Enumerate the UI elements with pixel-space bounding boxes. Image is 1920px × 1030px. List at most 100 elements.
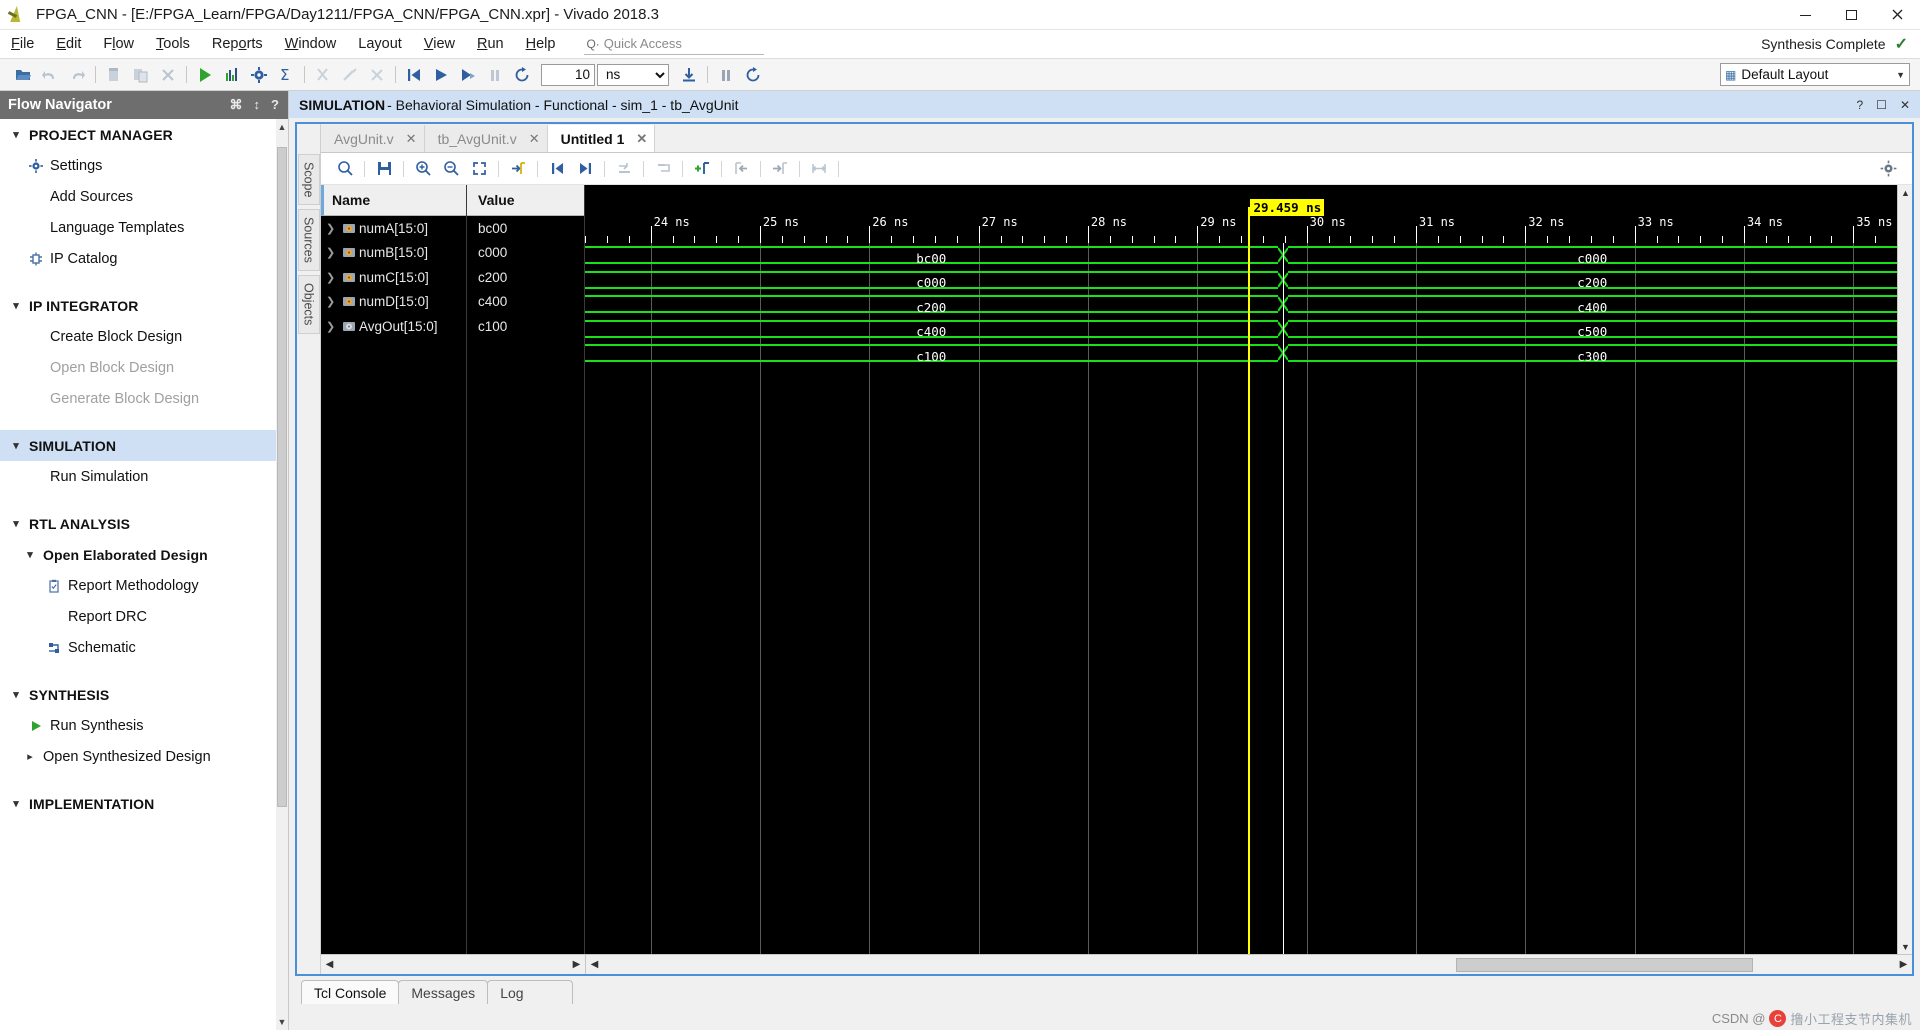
waveform-vertical-scrollbar[interactable]: ▲ ▼ bbox=[1897, 185, 1912, 954]
previous-marker-icon[interactable] bbox=[727, 156, 755, 182]
chevron-right-icon[interactable]: ❯ bbox=[326, 222, 342, 235]
chevron-right-icon[interactable]: ❯ bbox=[326, 320, 342, 333]
relaunch-icon[interactable] bbox=[739, 62, 766, 88]
close-icon[interactable]: ✕ bbox=[636, 131, 647, 147]
sum-icon[interactable]: Σ bbox=[272, 62, 299, 88]
chevron-right-icon[interactable]: ❯ bbox=[326, 271, 342, 284]
cut-icon[interactable] bbox=[309, 62, 336, 88]
sidebar-item-report-methodology[interactable]: Report Methodology bbox=[0, 570, 276, 601]
menu-reports[interactable]: Reports bbox=[201, 30, 274, 59]
sidebar-section-synthesis[interactable]: ▾ SYNTHESIS bbox=[0, 679, 276, 710]
sidebar-item-settings[interactable]: Settings bbox=[0, 150, 276, 181]
sidebar-item-create-block-design[interactable]: Create Block Design bbox=[0, 321, 276, 352]
tab-messages[interactable]: Messages bbox=[398, 980, 489, 1004]
zoom-fit-icon[interactable] bbox=[465, 156, 493, 182]
paste-icon[interactable] bbox=[127, 62, 154, 88]
sidebar-item-report-drc[interactable]: Report DRC bbox=[0, 601, 276, 632]
close-icon[interactable] bbox=[1874, 0, 1920, 30]
menu-run[interactable]: Run bbox=[466, 30, 515, 59]
run-all-icon[interactable] bbox=[427, 62, 454, 88]
sidebar-section-rtl-analysis[interactable]: ▾ RTL ANALYSIS bbox=[0, 508, 276, 539]
save-icon[interactable] bbox=[370, 156, 398, 182]
tab-log[interactable]: Log bbox=[487, 980, 573, 1004]
menu-flow[interactable]: Flow bbox=[92, 30, 145, 59]
menu-window[interactable]: Window bbox=[274, 30, 348, 59]
wave-canvas-scrollbar[interactable]: ◀ ▶ bbox=[586, 955, 1912, 974]
pause-sim-icon[interactable] bbox=[712, 62, 739, 88]
tab-untitled-1[interactable]: Untitled 1 ✕ bbox=[547, 125, 656, 152]
sidebar-item-open-synthesized-design[interactable]: ▸ Open Synthesized Design bbox=[0, 741, 276, 772]
sidebar-item-ip-catalog[interactable]: IP Catalog bbox=[0, 243, 276, 274]
settings-gear-icon[interactable] bbox=[1874, 156, 1902, 182]
goto-time-icon[interactable] bbox=[504, 156, 532, 182]
add-divider-icon[interactable] bbox=[610, 156, 638, 182]
quick-access-search[interactable]: Q· Quick Access bbox=[584, 34, 765, 55]
tab-tb-avgunit-v[interactable]: tb_AvgUnit.v ✕ bbox=[424, 125, 548, 152]
open-project-icon[interactable] bbox=[9, 62, 36, 88]
tab-avgunit-v[interactable]: AvgUnit.v ✕ bbox=[321, 125, 425, 152]
next-marker-icon[interactable] bbox=[766, 156, 794, 182]
restart-icon[interactable] bbox=[400, 62, 427, 88]
signal-row-numB[interactable]: ❯ numB[15:0] bbox=[321, 241, 466, 266]
scrollbar-track[interactable] bbox=[338, 957, 568, 972]
minimize-icon[interactable] bbox=[1782, 0, 1828, 30]
redo-icon[interactable] bbox=[63, 62, 90, 88]
waveform-marker[interactable] bbox=[1282, 243, 1284, 954]
collapse-all-icon[interactable]: ⌘ bbox=[230, 97, 243, 113]
scroll-down-icon[interactable]: ▼ bbox=[1898, 939, 1913, 954]
signal-row-numD[interactable]: ❯ numD[15:0] bbox=[321, 290, 466, 315]
search-icon[interactable] bbox=[331, 156, 359, 182]
time-unit-select[interactable]: ns bbox=[597, 63, 669, 86]
scroll-right-icon[interactable]: ▶ bbox=[1895, 956, 1912, 974]
menu-tools[interactable]: Tools bbox=[145, 30, 201, 59]
sidebar-item-add-sources[interactable]: Add Sources bbox=[0, 181, 276, 212]
sidebar-item-run-simulation[interactable]: Run Simulation bbox=[0, 461, 276, 492]
waveform-cursor[interactable] bbox=[1247, 207, 1250, 954]
add-group-icon[interactable] bbox=[649, 156, 677, 182]
signal-row-numA[interactable]: ❯ numA[15:0] bbox=[321, 216, 466, 241]
close-icon[interactable]: ✕ bbox=[406, 131, 417, 147]
scrollbar-track[interactable] bbox=[603, 957, 1895, 972]
tab-tcl-console[interactable]: Tcl Console bbox=[301, 980, 400, 1004]
waveform-canvas[interactable]: 24 ns 25 ns 26 ns 27 ns 28 ns 29 ns 30 ns 31 ns… bbox=[585, 185, 1897, 954]
expand-all-icon[interactable]: ↕ bbox=[254, 97, 261, 113]
float-icon[interactable]: ☐ bbox=[1876, 98, 1887, 112]
copy-icon[interactable] bbox=[100, 62, 127, 88]
chevron-right-icon[interactable]: ❯ bbox=[326, 246, 342, 259]
sidebar-section-simulation[interactable]: ▾ SIMULATION bbox=[0, 430, 276, 461]
name-column-scrollbar[interactable]: ◀ ▶ bbox=[321, 955, 586, 974]
scroll-left-icon[interactable]: ◀ bbox=[586, 956, 603, 974]
menu-file[interactable]: File bbox=[0, 30, 45, 59]
signal-row-AvgOut[interactable]: ❯ AvgOut[15:0] bbox=[321, 314, 466, 339]
scroll-right-icon[interactable]: ▶ bbox=[568, 956, 585, 974]
menu-help[interactable]: Help bbox=[515, 30, 567, 59]
maximize-icon[interactable] bbox=[1828, 0, 1874, 30]
signal-row-numC[interactable]: ❯ numC[15:0] bbox=[321, 265, 466, 290]
sidebar-item-language-templates[interactable]: Language Templates bbox=[0, 212, 276, 243]
run-icon[interactable] bbox=[191, 62, 218, 88]
scroll-up-icon[interactable]: ▲ bbox=[276, 119, 288, 135]
scroll-down-icon[interactable]: ▼ bbox=[276, 1014, 288, 1030]
delete-icon[interactable] bbox=[154, 62, 181, 88]
undo-icon[interactable] bbox=[36, 62, 63, 88]
sidebar-item-schematic[interactable]: Schematic bbox=[0, 632, 276, 663]
zoom-in-icon[interactable] bbox=[409, 156, 437, 182]
settings-icon[interactable] bbox=[245, 62, 272, 88]
help-icon[interactable]: ? bbox=[1856, 98, 1863, 112]
menu-layout[interactable]: Layout bbox=[347, 30, 413, 59]
sidebar-section-implementation[interactable]: ▾ IMPLEMENTATION bbox=[0, 788, 276, 819]
flow-navigator-scrollbar[interactable]: ▲ ▼ bbox=[276, 119, 288, 1030]
tab-sources[interactable]: Sources bbox=[297, 209, 320, 272]
previous-transition-icon[interactable] bbox=[543, 156, 571, 182]
sidebar-section-project-manager[interactable]: ▾ PROJECT MANAGER bbox=[0, 119, 276, 150]
scrollbar-thumb[interactable] bbox=[277, 147, 287, 807]
scroll-up-icon[interactable]: ▲ bbox=[1898, 185, 1913, 200]
chevron-right-icon[interactable]: ❯ bbox=[326, 295, 342, 308]
sidebar-item-run-synthesis[interactable]: Run Synthesis bbox=[0, 710, 276, 741]
scroll-left-icon[interactable]: ◀ bbox=[321, 956, 338, 974]
sidebar-section-ip-integrator[interactable]: ▾ IP INTEGRATOR bbox=[0, 290, 276, 321]
measure-icon[interactable] bbox=[805, 156, 833, 182]
layout-select[interactable]: ▦ Default Layout ▼ bbox=[1720, 63, 1910, 86]
pause-icon[interactable] bbox=[481, 62, 508, 88]
tab-objects[interactable]: Objects bbox=[297, 275, 320, 334]
